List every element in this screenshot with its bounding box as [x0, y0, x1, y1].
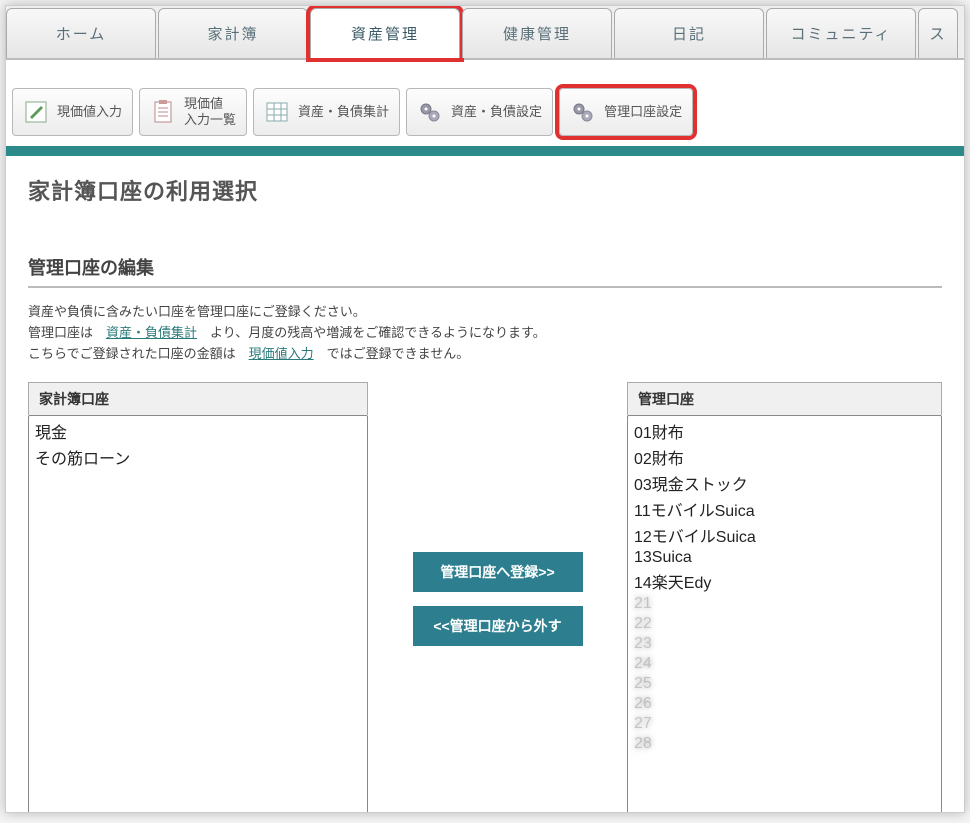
desc-line3b: ではご登録できません。 — [314, 346, 470, 361]
list-item[interactable]: 23 — [630, 634, 939, 654]
pencil-note-icon — [23, 99, 49, 125]
toolbar-button-0[interactable]: 現価値入力 — [12, 88, 133, 136]
clipboard-icon — [150, 99, 176, 125]
list-item[interactable]: 13Suica — [630, 548, 939, 568]
description: 資産や負債に含みたい口座を管理口座にご登録ください。 管理口座は 資産・負債集計… — [28, 302, 942, 364]
toolbar-button-2[interactable]: 資産・負債集計 — [253, 88, 400, 136]
toolbar-button-label: 資産・負債設定 — [451, 104, 542, 120]
toolbar-button-1[interactable]: 現価値 入力一覧 — [139, 88, 247, 136]
move-left-button[interactable]: <<管理口座から外す — [413, 606, 583, 646]
toolbar-button-label: 管理口座設定 — [604, 104, 682, 120]
toolbar-button-3[interactable]: 資産・負債設定 — [406, 88, 553, 136]
page-title: 家計簿口座の利用選択 — [28, 174, 942, 206]
list-item[interactable]: その筋ローン — [31, 444, 365, 470]
nav-tab-6[interactable]: ス — [918, 8, 958, 58]
toolbar-button-4[interactable]: 管理口座設定 — [559, 88, 693, 136]
toolbar-button-label: 現価値 入力一覧 — [184, 96, 236, 127]
list-item[interactable]: 26 — [630, 694, 939, 714]
left-list-header: 家計簿口座 — [28, 382, 368, 415]
desc-line3a: こちらでご登録された口座の金額は — [28, 346, 249, 361]
desc-line2a: 管理口座は — [28, 325, 106, 340]
move-right-button[interactable]: 管理口座へ登録>> — [413, 552, 583, 592]
list-item[interactable]: 25 — [630, 674, 939, 694]
nav-tab-1[interactable]: 家計簿 — [158, 8, 308, 58]
main-nav: ホーム家計簿資産管理健康管理日記コミュニティス — [6, 6, 964, 60]
nav-tab-2[interactable]: 資産管理 — [310, 8, 460, 58]
nav-tab-0[interactable]: ホーム — [6, 8, 156, 58]
list-item[interactable]: 24 — [630, 654, 939, 674]
nav-tab-5[interactable]: コミュニティ — [766, 8, 916, 58]
desc-line1: 資産や負債に含みたい口座を管理口座にご登録ください。 — [28, 304, 366, 319]
list-item[interactable]: 現金 — [31, 418, 365, 444]
gears-icon — [417, 99, 443, 125]
link-asset-summary[interactable]: 資産・負債集計 — [106, 325, 197, 340]
list-item[interactable]: 28 — [630, 734, 939, 754]
list-item[interactable]: 22 — [630, 614, 939, 634]
toolbar-button-label: 現価値入力 — [57, 104, 122, 120]
household-accounts-listbox[interactable]: 現金その筋ローン — [28, 415, 368, 813]
left-list-panel: 家計簿口座 現金その筋ローン — [28, 382, 368, 813]
nav-tab-3[interactable]: 健康管理 — [462, 8, 612, 58]
list-item[interactable]: 27 — [630, 714, 939, 734]
list-item[interactable]: 01財布 — [630, 418, 939, 444]
dual-list-transfer: 家計簿口座 現金その筋ローン 管理口座へ登録>> <<管理口座から外す 管理口座… — [28, 382, 942, 813]
nav-tab-4[interactable]: 日記 — [614, 8, 764, 58]
list-item[interactable]: 11モバイルSuica — [630, 496, 939, 522]
right-list-panel: 管理口座 01財布02財布03現金ストック11モバイルSuica12モバイルSu… — [627, 382, 942, 813]
toolbar: 現価値入力 現価値 入力一覧 資産・負債集計 資産・負債設定 管理口座設定 — [6, 60, 964, 156]
right-list-header: 管理口座 — [627, 382, 942, 415]
section-title: 管理口座の編集 — [28, 254, 942, 288]
managed-accounts-listbox[interactable]: 01財布02財布03現金ストック11モバイルSuica12モバイルSuica13… — [627, 415, 942, 813]
list-item[interactable]: 14楽天Edy — [630, 568, 939, 594]
gears-icon — [570, 99, 596, 125]
list-item[interactable]: 03現金ストック — [630, 470, 939, 496]
desc-line2b: より、月度の残高や増減をご確認できるようになります。 — [197, 325, 546, 340]
link-current-value-input[interactable]: 現価値入力 — [249, 346, 314, 361]
toolbar-button-label: 資産・負債集計 — [298, 104, 389, 120]
list-item[interactable]: 21 — [630, 594, 939, 614]
list-item[interactable]: 02財布 — [630, 444, 939, 470]
list-item[interactable]: 12モバイルSuica — [630, 522, 939, 548]
transfer-buttons: 管理口座へ登録>> <<管理口座から外す — [368, 382, 627, 646]
calendar-grid-icon — [264, 99, 290, 125]
